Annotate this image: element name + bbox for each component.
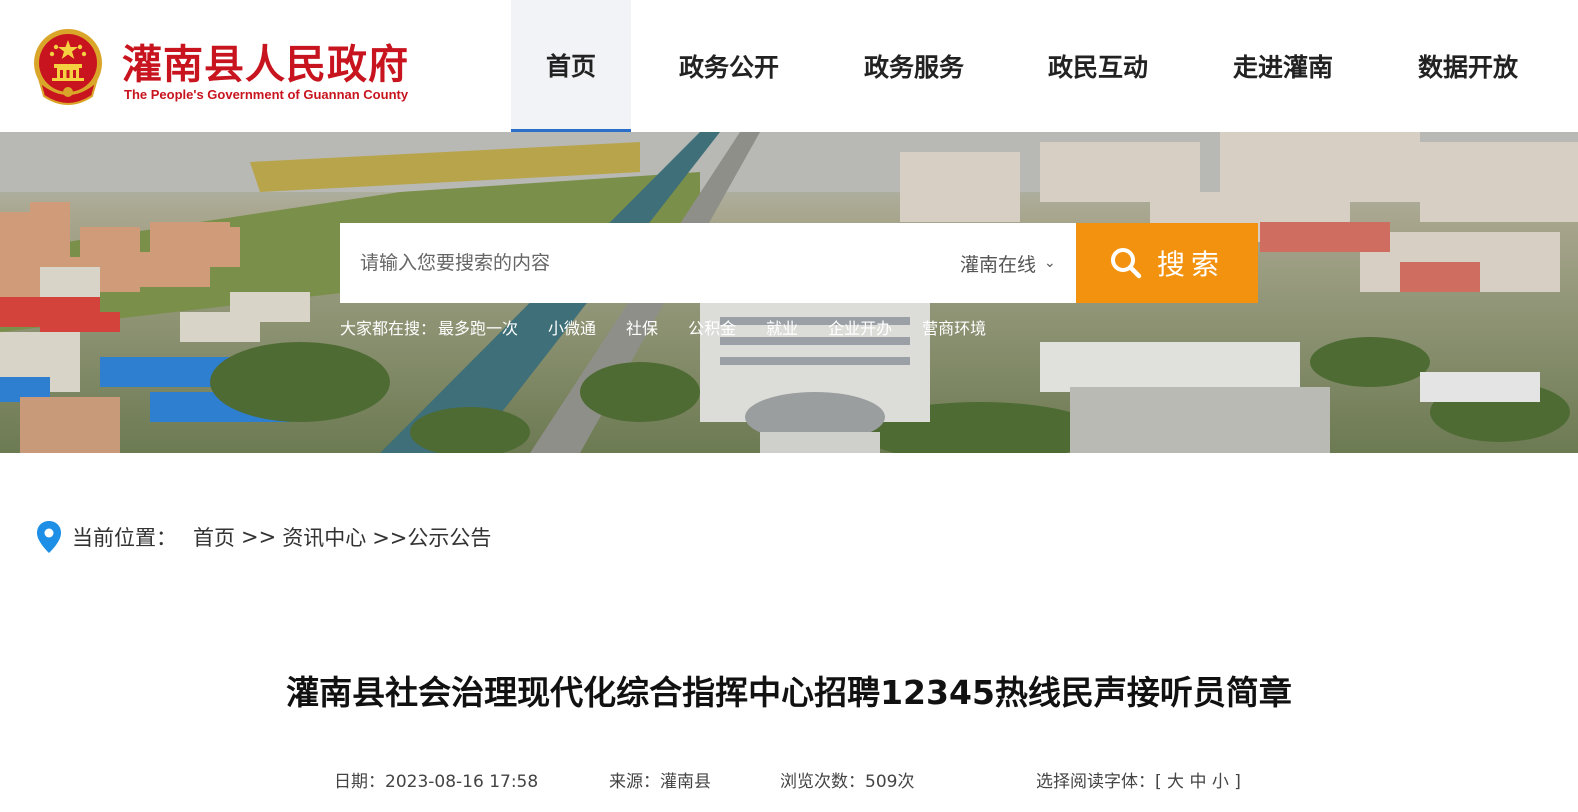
font-size-label: 选择阅读字体：[ bbox=[1036, 772, 1162, 792]
nav-item-government-services[interactable]: 政务服务 bbox=[844, 0, 984, 132]
hot-search-row: 大家都在搜： 最多跑一次 小微通 社保 公积金 就业 企业开办 营商环境 bbox=[340, 315, 1016, 339]
search-scope-select[interactable]: 灌南在线 ⌄ bbox=[960, 223, 1076, 303]
search-button-label: 搜索 bbox=[1156, 248, 1225, 281]
font-size-small-button[interactable]: 小 bbox=[1212, 772, 1229, 792]
nav-item-public-interaction[interactable]: 政民互动 bbox=[1028, 0, 1168, 132]
nav-item-about-guannan[interactable]: 走进灌南 bbox=[1213, 0, 1353, 132]
site-subtitle: The People's Government of Guannan Count… bbox=[124, 87, 409, 102]
article-date: 日期：2023-08-16 17:58 bbox=[334, 772, 539, 792]
breadcrumb: 当前位置： 首页 >> 资讯中心 >>公示公告 bbox=[36, 520, 491, 554]
hot-search-link[interactable]: 企业开办 bbox=[828, 315, 892, 339]
hot-search-link[interactable]: 小微通 bbox=[548, 315, 596, 339]
search-icon bbox=[1110, 248, 1142, 279]
font-size-medium-button[interactable]: 中 bbox=[1189, 772, 1206, 792]
breadcrumb-separator: >> bbox=[241, 525, 277, 549]
article-title: 灌南县社会治理现代化综合指挥中心招聘12345热线民声接听员简章 bbox=[286, 673, 1292, 712]
article-views: 浏览次数：509次 bbox=[780, 772, 915, 792]
site-title[interactable]: 灌南县人民政府 bbox=[122, 32, 409, 90]
font-size-large-button[interactable]: 大 bbox=[1167, 772, 1184, 792]
article-source: 来源：灌南县 bbox=[609, 772, 711, 792]
hot-search-link[interactable]: 社保 bbox=[626, 315, 658, 339]
site-header: 灌南县人民政府 The People's Government of Guann… bbox=[0, 0, 1578, 132]
city-banner: 灌南在线 ⌄ 搜索 大家都在搜： 最多跑一次 小微通 社保 公积金 就业 企业开… bbox=[0, 132, 1578, 453]
hot-search-link[interactable]: 最多跑一次 bbox=[438, 315, 518, 339]
nav-item-open-data[interactable]: 数据开放 bbox=[1398, 0, 1538, 132]
breadcrumb-home-link[interactable]: 首页 bbox=[193, 522, 235, 552]
nav-item-government-affairs[interactable]: 政务公开 bbox=[659, 0, 799, 132]
breadcrumb-label: 当前位置： bbox=[72, 526, 177, 550]
breadcrumb-news-center-link[interactable]: 资讯中心 bbox=[282, 522, 366, 552]
chevron-down-icon: ⌄ bbox=[1044, 255, 1056, 271]
font-size-bracket: ] bbox=[1234, 772, 1241, 792]
location-pin-icon bbox=[37, 521, 61, 553]
hot-search-link[interactable]: 就业 bbox=[766, 315, 798, 339]
hot-search-link[interactable]: 营商环境 bbox=[922, 315, 986, 339]
search-scope-label: 灌南在线 bbox=[960, 253, 1037, 276]
hot-search-label: 大家都在搜： bbox=[340, 319, 437, 338]
nav-item-home[interactable]: 首页 bbox=[511, 0, 631, 132]
search-bar: 灌南在线 ⌄ 搜索 bbox=[340, 223, 1258, 303]
national-emblem-icon[interactable] bbox=[30, 26, 106, 106]
search-button[interactable]: 搜索 bbox=[1076, 223, 1258, 303]
search-input[interactable] bbox=[340, 223, 940, 303]
breadcrumb-announcements-link[interactable]: >>公示公告 bbox=[372, 522, 491, 552]
font-size-selector: 选择阅读字体：[ 大 中 小 ] bbox=[1036, 767, 1241, 792]
hot-search-link[interactable]: 公积金 bbox=[688, 315, 736, 339]
